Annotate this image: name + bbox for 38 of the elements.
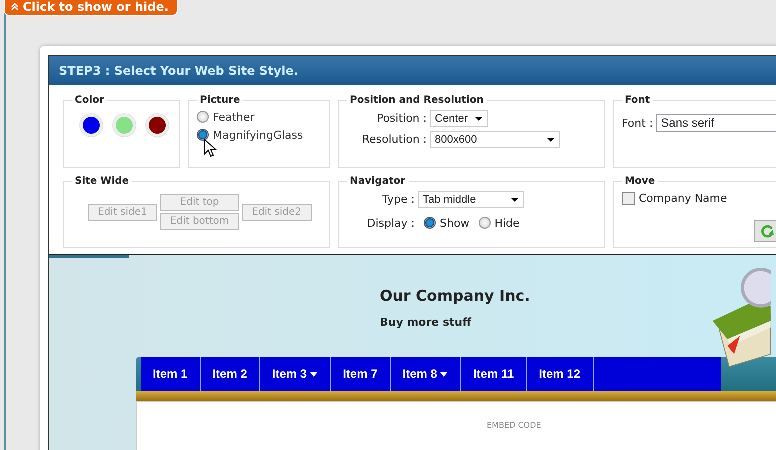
refresh-button[interactable]: [754, 220, 776, 242]
group-legend: Site Wide: [72, 176, 132, 187]
group-legend: Move: [622, 176, 658, 187]
font-dropdown[interactable]: Sans serif: [656, 114, 776, 132]
group-legend: Font: [622, 95, 654, 106]
radio-button[interactable]: [197, 111, 209, 123]
tagline: Buy more stuff: [380, 316, 473, 329]
navigator-type-dropdown[interactable]: Tab middle: [418, 191, 524, 208]
group-legend: Navigator: [347, 176, 409, 187]
position-dropdown[interactable]: Center: [430, 110, 488, 127]
company-name: Our Company Inc.: [380, 287, 532, 305]
field-label: Position :: [376, 112, 427, 125]
radio-label: Feather: [213, 110, 255, 124]
color-swatch[interactable]: [113, 114, 136, 137]
dialog-title: STEP3 : Select Your Web Site Style.: [59, 64, 298, 78]
radio-label: Show: [440, 216, 470, 230]
resolution-dropdown[interactable]: 800x600: [430, 131, 560, 148]
group-legend: Position and Resolution: [347, 95, 487, 106]
radio-label: MagnifyingGlass: [213, 128, 304, 142]
dropdown-caret-icon: [310, 372, 318, 376]
refresh-icon: [761, 224, 775, 238]
radio-button[interactable]: [424, 217, 436, 229]
group-legend: Picture: [197, 95, 244, 106]
double-chevron-up-icon: [11, 3, 19, 11]
color-swatch[interactable]: [146, 114, 169, 137]
radio-label: Hide: [494, 216, 520, 230]
group-legend: Color: [72, 95, 108, 106]
checkbox[interactable]: [622, 192, 635, 204]
field-label: Type :: [382, 193, 415, 206]
field-label: Resolution :: [361, 133, 427, 146]
radio-button[interactable]: [478, 217, 491, 229]
embed-code-label: EMBED CODE: [487, 421, 542, 430]
dropdown-caret-icon: [440, 372, 448, 376]
field-label: Font :: [622, 116, 654, 130]
checkbox-label: Company Name: [639, 192, 728, 204]
field-label: Display :: [366, 216, 415, 230]
radio-button[interactable]: [197, 129, 209, 141]
color-swatch[interactable]: [80, 114, 103, 137]
